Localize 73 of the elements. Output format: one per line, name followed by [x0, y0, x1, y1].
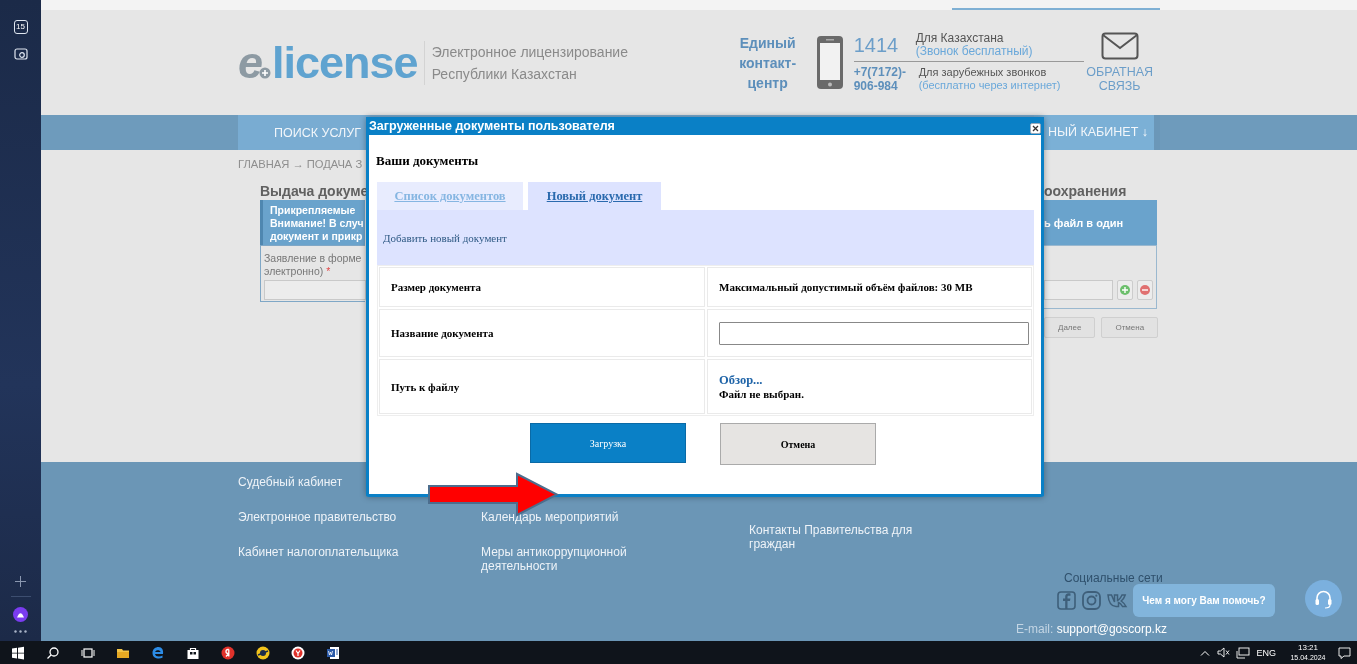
- phone-icon: [815, 35, 844, 90]
- footer-link[interactable]: Электронное правительство: [238, 510, 397, 524]
- nav-item[interactable]: НЫЙ КАБИНЕТ ↓: [1034, 115, 1160, 150]
- footer-link[interactable]: Кабинет налогоплательщика: [238, 545, 399, 559]
- app-icon[interactable]: [255, 645, 270, 660]
- word-icon[interactable]: [325, 645, 340, 660]
- headset-icon[interactable]: [1305, 580, 1342, 617]
- international-number[interactable]: +7(7172)- 906-984: [853, 65, 916, 93]
- form-title: Выдача докуме: [260, 183, 365, 200]
- panel-title: Добавить новый документ: [383, 231, 507, 244]
- input-field[interactable]: [719, 321, 1029, 345]
- chevron-up-icon[interactable]: [1200, 649, 1211, 656]
- feedback-link[interactable]: ОБРАТНАЯ СВЯЗЬ: [1082, 65, 1158, 93]
- email-label: E-mail:: [1016, 622, 1054, 636]
- footer-link[interactable]: Календарь мероприятий: [481, 510, 646, 524]
- clock-time[interactable]: 13:21: [1298, 642, 1318, 653]
- table-cell-text: Максимальный допустимый объём файлов: 30 MB: [719, 281, 974, 293]
- plus-icon[interactable]: [15, 576, 26, 587]
- notice-banner: ь файл в один: [1044, 200, 1157, 245]
- browse-link[interactable]: Обзор...: [719, 373, 1031, 388]
- notice-banner: Прикрепляемые Внимание! В случ документ и прикр: [260, 200, 365, 245]
- field-label: Название документа: [391, 327, 495, 339]
- plus-icon: [1120, 285, 1130, 295]
- breadcrumb: ГЛАВНАЯ → ПОДАЧА З: [238, 157, 363, 171]
- remove-button[interactable]: [1137, 280, 1153, 300]
- contact-center-label: Единый контакт-центр: [738, 33, 798, 93]
- notification-icon[interactable]: [1338, 646, 1351, 659]
- yandex-icon[interactable]: [220, 645, 235, 660]
- footer-link[interactable]: Меры антикоррупционной деятельности: [481, 545, 646, 573]
- browser-y-icon[interactable]: [290, 645, 305, 660]
- language-indicator[interactable]: ENG: [1256, 647, 1276, 658]
- social-title: Социальные сети: [1063, 571, 1160, 585]
- field-label: Размер документа: [391, 281, 483, 293]
- cancel-button[interactable]: Отмена: [720, 423, 876, 465]
- logo-text[interactable]: license: [272, 40, 418, 85]
- hotline-region: Для Казахстана: [915, 32, 1005, 45]
- network-icon[interactable]: [1236, 646, 1251, 659]
- international-region: Для зарубежных звонков: [918, 66, 1048, 79]
- assistant-icon[interactable]: [13, 607, 28, 622]
- logo-letter: e: [238, 40, 263, 85]
- speaker-muted-icon[interactable]: [1217, 647, 1231, 658]
- chat-prompt[interactable]: Чем я могу Вам помочь?: [1133, 584, 1275, 617]
- hotline-number[interactable]: 1414: [853, 33, 916, 57]
- hotline-note: (Звонок бесплатный): [915, 45, 1033, 58]
- camera-icon[interactable]: [13, 47, 28, 61]
- file-status: Файл не выбран.: [719, 388, 805, 400]
- dialog-title: Загруженные документы пользователя: [369, 119, 615, 133]
- cancel-button[interactable]: Отмена: [1101, 317, 1159, 338]
- search-icon[interactable]: [45, 645, 60, 660]
- envelope-icon[interactable]: [1100, 32, 1139, 60]
- international-note: (бесплатно через интернет): [918, 79, 1061, 92]
- close-button[interactable]: [1030, 122, 1041, 134]
- form-title: оохранения: [1044, 183, 1128, 200]
- calendar-badge[interactable]: 15: [13, 20, 28, 34]
- store-icon[interactable]: [185, 645, 200, 660]
- field-label: Путь к файлу: [391, 380, 461, 393]
- windows-icon[interactable]: [10, 645, 25, 660]
- browser-e-icon[interactable]: [150, 645, 165, 660]
- minus-icon: [1140, 285, 1150, 295]
- next-button[interactable]: Далее: [1044, 317, 1096, 338]
- site-tagline: Электронное лицензирование Республики Казахстан: [431, 42, 629, 84]
- more-icon[interactable]: [14, 630, 27, 633]
- section-heading: Ваши документы: [376, 153, 480, 169]
- tab[interactable]: Список документов: [377, 182, 523, 210]
- upload-button[interactable]: Загрузка: [530, 423, 686, 463]
- footer-link[interactable]: Контакты Правительства для граждан: [749, 523, 914, 551]
- field-label: Заявление в форме электронно) *: [264, 252, 362, 277]
- task-view-icon[interactable]: [80, 645, 95, 660]
- tab[interactable]: Новый документ: [528, 182, 661, 210]
- footer-link[interactable]: Судебный кабинет: [238, 475, 343, 489]
- input-field[interactable]: [264, 280, 366, 300]
- input-field[interactable]: [1044, 280, 1113, 300]
- email-link[interactable]: support@goscorp.kz: [1056, 622, 1167, 636]
